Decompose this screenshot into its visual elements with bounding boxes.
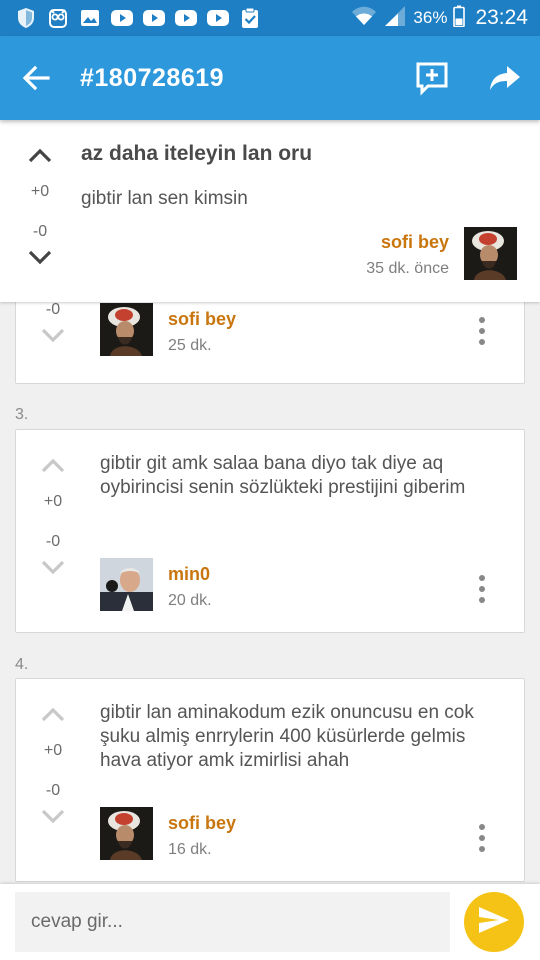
- youtube-icon: [142, 6, 166, 30]
- battery-percent: 36%: [413, 8, 448, 27]
- downvote-count: -0: [45, 782, 61, 799]
- entry-vote-box: +0 -0: [30, 705, 76, 831]
- upvote-count: +0: [43, 742, 63, 759]
- downvote-chevron-icon[interactable]: [17, 249, 63, 272]
- more-options-icon[interactable]: [472, 315, 492, 349]
- system-status: 36% 23:24: [351, 0, 528, 36]
- owl-icon: [46, 6, 70, 30]
- youtube-icon: [110, 6, 134, 30]
- youtube-icon: [174, 6, 198, 30]
- topic-body: gibtir lan sen kimsin: [81, 188, 248, 209]
- wifi-icon: [351, 5, 377, 32]
- reply-bar: [0, 884, 540, 960]
- reply-input[interactable]: [15, 892, 450, 952]
- clock: 23:24: [475, 6, 528, 29]
- author-name[interactable]: min0: [168, 564, 210, 585]
- upvote-count: +0: [30, 183, 50, 200]
- topic-title: az daha iteleyin lan oru: [81, 142, 313, 165]
- entry-list[interactable]: +0 -0 az daha iteleyin lan oru gibtir la…: [0, 120, 540, 884]
- avatar[interactable]: [100, 303, 153, 356]
- status-bar: 36% 23:24: [0, 0, 540, 36]
- author-name[interactable]: sofi bey: [168, 309, 236, 330]
- avatar[interactable]: [464, 227, 517, 280]
- downvote-chevron-icon[interactable]: [30, 808, 76, 831]
- youtube-icon: [206, 6, 230, 30]
- clipboard-check-icon: [238, 6, 262, 30]
- topic-vote-box: +0 -0: [17, 146, 63, 272]
- entry-body: gibtir lan aminakodum ezik onuncusu en c…: [100, 702, 474, 771]
- timestamp: 16 dk.: [168, 841, 212, 858]
- signal-icon: [383, 5, 407, 32]
- topic-header: +0 -0 az daha iteleyin lan oru gibtir la…: [0, 120, 540, 302]
- send-icon: [477, 905, 511, 940]
- author-name[interactable]: sofi bey: [168, 813, 236, 834]
- entry-number: 3.: [15, 406, 29, 423]
- entry-body: gibtir git amk salaa bana diyo tak diye …: [100, 453, 466, 498]
- downvote-count: -0: [45, 301, 61, 318]
- back-arrow-icon[interactable]: [18, 60, 54, 96]
- shield-icon: [14, 6, 38, 30]
- timestamp: 20 dk.: [168, 592, 212, 609]
- more-options-icon[interactable]: [472, 822, 492, 856]
- upvote-chevron-icon[interactable]: [17, 146, 63, 169]
- share-icon[interactable]: [487, 60, 523, 96]
- timestamp: 35 dk. önce: [366, 260, 449, 277]
- upvote-count: +0: [43, 493, 63, 510]
- battery-icon: [453, 5, 466, 32]
- downvote-count: -0: [32, 223, 48, 240]
- entry-vote-box: -0: [30, 301, 76, 350]
- timestamp: 25 dk.: [168, 337, 212, 354]
- avatar[interactable]: [100, 807, 153, 860]
- page-title: #180728619: [80, 64, 225, 92]
- avatar[interactable]: [100, 558, 153, 611]
- entry-card: +0 -0 gibtir lan aminakodum ezik onuncus…: [15, 678, 525, 882]
- add-comment-icon[interactable]: [414, 60, 450, 96]
- downvote-chevron-icon[interactable]: [30, 559, 76, 582]
- author-name[interactable]: sofi bey: [381, 232, 449, 253]
- more-options-icon[interactable]: [472, 573, 492, 607]
- app-bar: #180728619: [0, 36, 540, 120]
- entry-number: 4.: [15, 656, 29, 673]
- downvote-count: -0: [45, 533, 61, 550]
- notification-icons: [14, 6, 262, 30]
- upvote-chevron-icon[interactable]: [30, 456, 76, 479]
- gallery-icon: [78, 6, 102, 30]
- downvote-chevron-icon[interactable]: [30, 327, 76, 350]
- send-button[interactable]: [464, 892, 524, 952]
- entry-vote-box: +0 -0: [30, 456, 76, 582]
- entry-card: +0 -0 gibtir git amk salaa bana diyo tak…: [15, 429, 525, 633]
- upvote-chevron-icon[interactable]: [30, 705, 76, 728]
